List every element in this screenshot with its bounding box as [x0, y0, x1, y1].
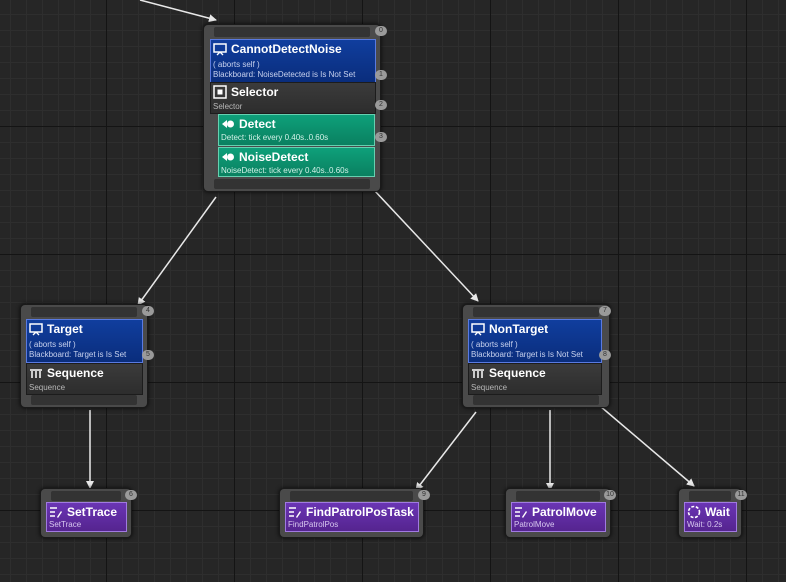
wire-incoming [139, 0, 217, 23]
decorator-condition: Blackboard: Target is Is Set [29, 350, 127, 359]
task-title: Wait [705, 505, 730, 519]
execution-index-badge: 11 [735, 490, 747, 500]
decorator-cannot-detect-noise[interactable]: CannotDetectNoise ( aborts self ) Blackb… [210, 39, 376, 83]
input-pin[interactable] [214, 27, 370, 37]
monitor-icon [29, 323, 43, 336]
task-title: SetTrace [67, 505, 118, 519]
decorator-abort-mode: ( aborts self ) [471, 340, 518, 349]
wait-icon [687, 505, 701, 519]
composite-subtitle: Sequence [29, 383, 66, 392]
task-findpatrolpos[interactable]: FindPatrolPosTask FindPatrolPos [285, 502, 419, 532]
decorator-nontarget[interactable]: NonTarget ( aborts self ) Blackboard: Ta… [468, 319, 602, 363]
task-title: PatrolMove [532, 505, 597, 519]
selector-node[interactable]: 0 CannotDetectNoise ( aborts self ) Blac… [203, 24, 387, 192]
input-pin[interactable] [473, 307, 599, 317]
execution-index-badge: 4 [142, 306, 154, 316]
output-pin[interactable] [214, 179, 370, 189]
execution-index-badge: 7 [599, 306, 611, 316]
execution-index-badge: 9 [418, 490, 430, 500]
task-subtitle: PatrolMove [514, 520, 555, 529]
input-pin[interactable] [290, 491, 413, 501]
sequence-icon [30, 369, 42, 378]
wire-selector-nontarget [373, 189, 479, 302]
task-icon [515, 507, 527, 518]
service-detect[interactable]: Detect Detect: tick every 0.40s..0.60s [218, 114, 375, 146]
task-node-findpatrolpos[interactable]: 9 FindPatrolPosTask FindPatrolPos [279, 488, 430, 538]
monitor-icon [213, 43, 227, 56]
composite-title: Selector [231, 85, 279, 99]
service-icon [222, 153, 234, 161]
composite-title: Sequence [489, 366, 546, 380]
output-pin[interactable] [31, 395, 137, 405]
task-subtitle: FindPatrolPos [288, 520, 339, 529]
decorator-title: CannotDetectNoise [231, 42, 342, 56]
input-pin[interactable] [51, 491, 121, 501]
decorator-index-badge: 5 [142, 350, 154, 360]
task-subtitle: SetTrace [49, 520, 82, 529]
output-pin[interactable] [473, 395, 599, 405]
wire-nontarget-findpatrol [415, 411, 477, 491]
execution-index-badge: 0 [375, 26, 387, 36]
decorator-target[interactable]: Target ( aborts self ) Blackboard: Targe… [26, 319, 143, 363]
task-patrolmove[interactable]: PatrolMove PatrolMove [511, 502, 606, 532]
composite-subtitle: Selector [213, 102, 243, 111]
composite-index-badge: 2 [375, 100, 387, 110]
composite-sequence[interactable]: Sequence Sequence [26, 363, 143, 395]
execution-index-badge: 10 [604, 490, 616, 500]
decorator-abort-mode: ( aborts self ) [213, 60, 260, 69]
composite-selector[interactable]: Selector Selector [210, 82, 376, 114]
service-subtitle: Detect: tick every 0.40s..0.60s [221, 133, 329, 142]
sequence-icon [472, 369, 484, 378]
decorator-condition: Blackboard: NoiseDetected is Is Not Set [213, 70, 356, 79]
composite-subtitle: Sequence [471, 383, 508, 392]
monitor-icon [471, 323, 485, 336]
task-wait[interactable]: Wait Wait: 0.2s [684, 502, 737, 532]
selector-icon [213, 85, 227, 99]
task-settrace[interactable]: SetTrace SetTrace [46, 502, 127, 532]
service-title: Detect [239, 117, 276, 131]
input-pin[interactable] [689, 491, 731, 501]
sequence-node-nontarget[interactable]: 7 NonTarget ( aborts self ) Blackboard: … [462, 304, 611, 408]
task-node-settrace[interactable]: 6 SetTrace SetTrace [40, 488, 137, 538]
task-title: FindPatrolPosTask [306, 505, 414, 519]
input-pin[interactable] [516, 491, 600, 501]
composite-title: Sequence [47, 366, 104, 380]
decorator-title: Target [47, 322, 83, 336]
wire-nontarget-wait [599, 405, 695, 487]
decorator-index-badge: 8 [599, 350, 611, 360]
service-index-badge: 3 [375, 132, 387, 142]
service-title: NoiseDetect [239, 150, 309, 164]
decorator-index-badge: 1 [375, 70, 387, 80]
execution-index-badge: 6 [125, 490, 137, 500]
composite-sequence[interactable]: Sequence Sequence [468, 363, 602, 395]
task-node-wait[interactable]: 11 Wait Wait: 0.2s [678, 488, 747, 538]
task-node-patrolmove[interactable]: 10 PatrolMove PatrolMove [505, 488, 616, 538]
task-icon [289, 507, 301, 518]
service-noise-detect[interactable]: NoiseDetect NoiseDetect: tick every 0.40… [218, 147, 375, 177]
sequence-node-target[interactable]: 4 Target ( aborts self ) Blackboard: Tar… [20, 304, 154, 408]
input-pin[interactable] [31, 307, 137, 317]
decorator-title: NonTarget [489, 322, 549, 336]
service-subtitle: NoiseDetect: tick every 0.40s..0.60s [221, 166, 349, 175]
task-icon [50, 507, 62, 518]
decorator-condition: Blackboard: Target is Is Not Set [471, 350, 583, 359]
service-icon [222, 120, 234, 128]
task-subtitle: Wait: 0.2s [687, 520, 723, 529]
wire-selector-target [137, 196, 217, 306]
decorator-abort-mode: ( aborts self ) [29, 340, 76, 349]
